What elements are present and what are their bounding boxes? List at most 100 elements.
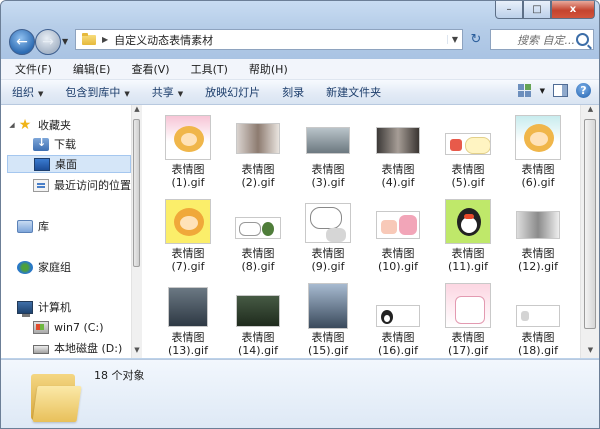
- file-thumbnail: [445, 133, 491, 155]
- sidebar-item-label: 本地磁盘 (D:): [54, 342, 123, 355]
- sidebar-item-label: 计算机: [38, 301, 71, 314]
- scroll-down-icon[interactable]: ▼: [581, 346, 599, 358]
- file-item[interactable]: 表情图 (17).gif: [438, 283, 498, 358]
- star-icon: ★: [18, 116, 32, 133]
- file-item[interactable]: 表情图 (10).gif: [368, 199, 428, 279]
- menu-bar: 文件(F) 编辑(E) 查看(V) 工具(T) 帮助(H): [1, 59, 599, 80]
- file-item[interactable]: 表情图 (6).gif: [508, 115, 568, 195]
- scroll-up-icon[interactable]: ▲: [581, 105, 599, 117]
- file-name: 表情图 (13).gif: [168, 331, 208, 357]
- file-item[interactable]: 表情图 (5).gif: [438, 115, 498, 195]
- scroll-thumb[interactable]: [584, 119, 596, 329]
- organize-button[interactable]: 组织 ▼: [1, 84, 54, 100]
- file-item[interactable]: 表情图 (12).gif: [508, 199, 568, 279]
- organize-label: 组织: [12, 86, 34, 99]
- help-icon[interactable]: ?: [576, 83, 591, 98]
- command-bar: 组织 ▼ 包含到库中 ▼ 共享 ▼ 放映幻灯片 刻录 新建文件夹 ▼ ?: [1, 80, 599, 105]
- file-list: 表情图 (1).gif 表情图 (2).gif 表情图 (3).gif 表情图 (4).…: [142, 105, 580, 358]
- file-thumbnail: [306, 127, 350, 154]
- views-dropdown-icon[interactable]: ▼: [540, 87, 545, 95]
- menu-edit[interactable]: 编辑(E): [59, 61, 118, 77]
- folder-icon: [29, 370, 82, 422]
- menu-view[interactable]: 查看(V): [117, 61, 176, 77]
- arrow-left-icon: ←: [16, 34, 28, 50]
- file-thumbnail: [516, 211, 560, 239]
- close-button[interactable]: x: [551, 1, 595, 19]
- file-item[interactable]: 表情图 (3).gif: [298, 115, 358, 195]
- computer-icon: [17, 300, 33, 317]
- file-item[interactable]: 表情图 (14).gif: [228, 283, 288, 358]
- file-thumbnail: [236, 295, 280, 327]
- title-bar: – □ x ← → ▼ ▶ 自定义动态表情素材 ▼ ↻ 搜索 自定...: [1, 1, 599, 59]
- sidebar-item-label: 家庭组: [38, 261, 71, 274]
- scroll-up-icon[interactable]: ▲: [132, 105, 142, 117]
- file-item[interactable]: 表情图 (4).gif: [368, 115, 428, 195]
- explorer-window: – □ x ← → ▼ ▶ 自定义动态表情素材 ▼ ↻ 搜索 自定... 文件(…: [0, 0, 600, 429]
- change-view-icon[interactable]: [517, 84, 532, 97]
- sidebar-libraries[interactable]: 库: [17, 217, 49, 235]
- file-thumbnail: [168, 287, 208, 327]
- file-item[interactable]: 表情图 (18).gif: [508, 283, 568, 358]
- maximize-button[interactable]: □: [523, 1, 551, 19]
- preview-pane-icon[interactable]: [553, 84, 568, 97]
- file-item[interactable]: 表情图 (16).gif: [368, 283, 428, 358]
- content-scrollbar[interactable]: ▲ ▼: [580, 105, 599, 358]
- sidebar-item-desktop[interactable]: 桌面: [7, 155, 131, 173]
- breadcrumb-separator-icon[interactable]: ▶: [102, 35, 108, 44]
- menu-tools[interactable]: 工具(T): [177, 61, 235, 77]
- file-item[interactable]: 表情图 (7).gif: [158, 199, 218, 279]
- sidebar-computer[interactable]: 计算机: [17, 298, 71, 317]
- new-folder-button[interactable]: 新建文件夹: [315, 84, 392, 100]
- menu-help[interactable]: 帮助(H): [235, 61, 295, 77]
- forward-button[interactable]: →: [35, 29, 61, 55]
- sidebar-favorites[interactable]: ◢ ★ 收藏夹: [7, 116, 71, 134]
- breadcrumb-current-folder[interactable]: 自定义动态表情素材: [114, 32, 213, 48]
- sidebar-item-recent-places[interactable]: 最近访问的位置: [33, 176, 131, 194]
- minimize-button[interactable]: –: [495, 1, 523, 19]
- address-dropdown[interactable]: ▼: [447, 35, 462, 44]
- windows-drive-icon: [33, 320, 49, 334]
- sidebar-scrollbar[interactable]: ▲ ▼: [131, 105, 142, 358]
- file-item[interactable]: 表情图 (2).gif: [228, 115, 288, 195]
- back-button[interactable]: ←: [9, 29, 35, 55]
- chevron-down-icon: ▼: [124, 90, 130, 98]
- file-item[interactable]: 表情图 (13).gif: [158, 283, 218, 358]
- file-name: 表情图 (18).gif: [518, 331, 558, 357]
- scroll-down-icon[interactable]: ▼: [132, 346, 142, 358]
- expand-icon[interactable]: ◢: [7, 121, 17, 129]
- file-name: 表情图 (9).gif: [311, 247, 345, 273]
- burn-button[interactable]: 刻录: [271, 84, 315, 100]
- slideshow-button[interactable]: 放映幻灯片: [194, 84, 271, 100]
- file-thumbnail: [516, 305, 560, 327]
- search-icon[interactable]: [576, 33, 589, 46]
- file-thumbnail: [305, 203, 351, 243]
- sidebar-drive-c[interactable]: win7 (C:): [33, 318, 104, 336]
- file-name: 表情图 (7).gif: [171, 247, 205, 273]
- item-count: 18 个对象: [94, 369, 145, 382]
- scroll-thumb[interactable]: [133, 119, 140, 267]
- sidebar-homegroup[interactable]: 家庭组: [17, 258, 71, 276]
- menu-file[interactable]: 文件(F): [1, 61, 59, 77]
- search-placeholder: 搜索 自定...: [517, 33, 575, 47]
- recent-pages-dropdown[interactable]: ▼: [62, 37, 68, 46]
- chevron-down-icon: ▼: [38, 90, 44, 98]
- address-bar[interactable]: ▶ 自定义动态表情素材 ▼: [75, 29, 463, 50]
- file-item[interactable]: 表情图 (1).gif: [158, 115, 218, 195]
- share-button[interactable]: 共享 ▼: [141, 84, 194, 100]
- file-item[interactable]: 表情图 (11).gif: [438, 199, 498, 279]
- folder-icon: [82, 32, 96, 45]
- file-thumbnail: [445, 199, 491, 244]
- sidebar-drive-d[interactable]: 本地磁盘 (D:): [33, 339, 122, 357]
- sidebar-item-label: 桌面: [55, 158, 77, 171]
- refresh-icon: ↻: [470, 32, 482, 47]
- search-input[interactable]: 搜索 自定...: [490, 29, 594, 50]
- file-thumbnail: [308, 283, 348, 329]
- refresh-button[interactable]: ↻: [467, 31, 485, 49]
- sidebar-item-downloads[interactable]: 下载: [33, 135, 76, 153]
- file-item[interactable]: 表情图 (15).gif: [298, 283, 358, 358]
- include-in-library-button[interactable]: 包含到库中 ▼: [54, 84, 140, 100]
- library-icon: [17, 219, 33, 233]
- file-item[interactable]: 表情图 (9).gif: [298, 199, 358, 279]
- file-item[interactable]: 表情图 (8).gif: [228, 199, 288, 279]
- file-name: 表情图 (6).gif: [521, 163, 555, 189]
